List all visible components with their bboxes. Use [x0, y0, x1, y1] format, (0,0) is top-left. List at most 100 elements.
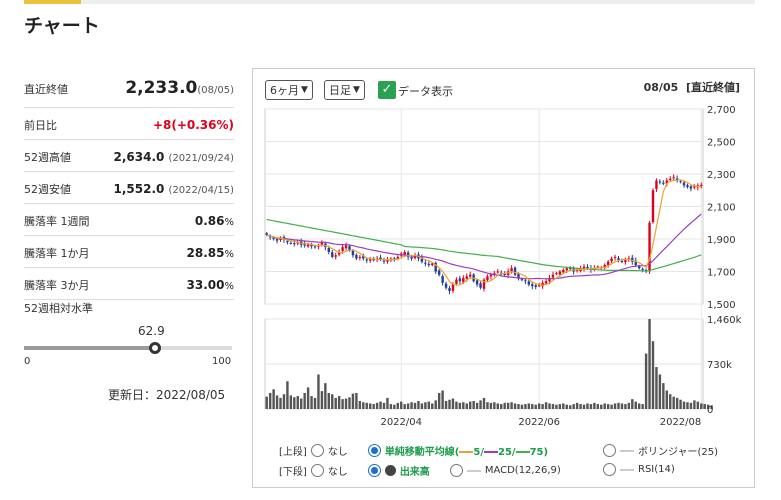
candle-body	[358, 256, 362, 258]
volume-bar	[406, 403, 410, 409]
rsi-radio[interactable]	[603, 463, 616, 476]
candle-body	[651, 190, 655, 222]
volume-bar	[541, 404, 544, 409]
candle-body	[286, 240, 289, 243]
percent-unit: %	[224, 249, 234, 260]
volume-bar	[324, 383, 327, 409]
volume-bar	[534, 404, 537, 409]
volume-bar	[513, 403, 517, 409]
volume-bar	[455, 401, 458, 409]
stat-label: 52週高値	[24, 151, 71, 164]
volume-bar	[703, 404, 706, 409]
volume-bar	[424, 402, 427, 409]
volume-bar	[458, 402, 462, 409]
volume-tick-label: 730k	[707, 360, 732, 371]
volume-bar	[500, 404, 503, 409]
candle-body	[334, 255, 337, 257]
stock-chart[interactable]: 2,700 2,500 2,300 2,100 1,900 1,700 1,500 1,460…	[253, 101, 756, 471]
candle-body	[313, 246, 317, 248]
volume-bar	[293, 397, 296, 409]
high52-date: (2021/09/24)	[168, 153, 234, 164]
candle-body	[513, 267, 517, 275]
data-display-label[interactable]: データ表示	[398, 83, 453, 99]
volume-bar	[317, 374, 320, 409]
volume-bar	[441, 390, 444, 409]
candle-body	[662, 182, 665, 184]
volume-bar	[282, 394, 286, 409]
volume-bar	[617, 402, 620, 409]
volume-bar	[486, 402, 489, 409]
candle-body	[534, 285, 537, 287]
volume-swatch	[384, 465, 396, 476]
volume-bar	[493, 402, 496, 409]
header-date: 08/05	[643, 81, 679, 94]
candle-body	[669, 178, 672, 181]
candle-body	[437, 270, 441, 275]
candle-body	[289, 242, 293, 244]
slider-fill	[24, 346, 155, 350]
volume-bar	[558, 404, 562, 409]
volume-bar	[575, 402, 579, 409]
upper-label: [上段]	[279, 447, 307, 458]
volume-bar	[400, 401, 403, 409]
candle-body	[479, 283, 482, 288]
volume-bar	[510, 402, 513, 409]
rsi-option: RSI(14)	[603, 463, 675, 476]
chart-panel: 6ヶ月 ▼ 日足 ▼ ✓ データ表示 08/05 [直近終値] 2,700 2,500…	[252, 68, 755, 488]
candle-body	[410, 257, 413, 259]
relative-level-slider	[24, 342, 232, 354]
volume-bar	[700, 403, 703, 409]
volume-bar	[462, 402, 465, 409]
volume-bar	[300, 398, 303, 409]
lower-label: [下段]	[279, 467, 307, 478]
updated-date: 更新日：2022/08/05	[108, 388, 226, 402]
stat-month1: 騰落率 1か月 28.85%	[24, 236, 234, 268]
volume-bar	[265, 396, 268, 409]
volume-bar	[634, 401, 637, 409]
lower-none-radio[interactable]	[310, 464, 324, 477]
price-tick-label: 2,500	[707, 138, 736, 149]
volume-bar	[648, 319, 651, 409]
chart-grid	[264, 108, 704, 410]
volume-bar	[503, 402, 506, 409]
stat-52w-high: 52週高値 2,634.0 (2021/09/24)	[24, 140, 234, 172]
macd-label: MACD(12,26,9)	[484, 465, 561, 476]
price-tick-label: 1,900	[707, 235, 736, 246]
candle-body	[327, 247, 331, 252]
volume-bar	[320, 391, 324, 409]
candle-body	[510, 268, 513, 272]
candle-body	[355, 254, 358, 259]
volume-bar	[437, 392, 441, 409]
upper-none-radio[interactable]	[310, 444, 324, 457]
stat-label: 52週安値	[24, 183, 71, 196]
candle-body	[682, 182, 686, 186]
volume-bar	[531, 404, 534, 409]
candle-body	[606, 261, 610, 265]
macd-swatch	[466, 469, 481, 472]
volume-bar	[520, 404, 524, 409]
sma75-swatch	[515, 451, 530, 453]
chevron-down-icon: ▼	[353, 85, 360, 95]
macd-radio[interactable]	[449, 464, 463, 477]
moving-averages	[266, 179, 702, 286]
sma25-swatch	[484, 451, 499, 453]
volume-bar	[662, 383, 665, 409]
candle-body	[427, 263, 431, 265]
period-select[interactable]: 6ヶ月 ▼	[265, 80, 313, 100]
interval-select[interactable]: 日足 ▼	[324, 80, 365, 100]
volume-bar	[275, 395, 279, 409]
volume-bar	[306, 387, 310, 409]
candle-body	[293, 243, 296, 245]
lower-volume-radio[interactable]	[367, 464, 381, 477]
bollinger-radio[interactable]	[603, 444, 616, 457]
upper-sma-radio[interactable]	[367, 444, 381, 457]
volume-bar	[365, 402, 368, 409]
volume-bar	[393, 404, 396, 409]
volume-bar	[482, 397, 486, 409]
volume-bar	[348, 397, 351, 409]
volume-bar	[689, 402, 693, 409]
stat-52w-low: 52週安値 1,552.0 (2022/04/15)	[24, 172, 234, 204]
data-display-checkbox[interactable]: ✓	[378, 81, 396, 99]
candle-body	[448, 288, 451, 291]
volume-bar	[579, 404, 582, 409]
